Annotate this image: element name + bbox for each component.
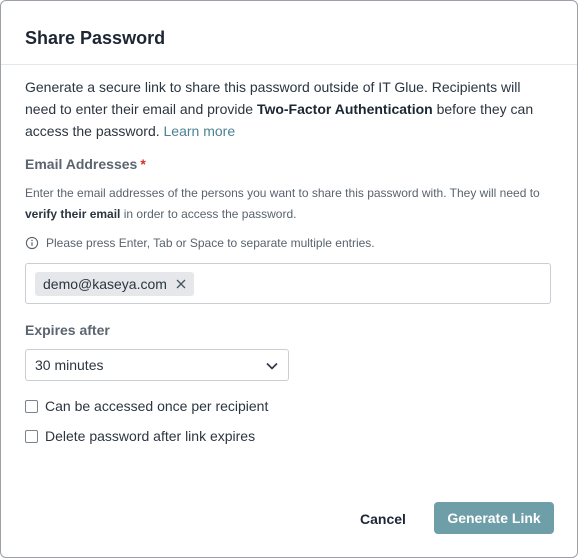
email-addresses-label: Email Addresses *	[25, 156, 146, 172]
email-help-part: in order to access the password.	[120, 207, 297, 221]
delete-after-expire-option[interactable]: Delete password after link expires	[25, 428, 255, 444]
intro-text: Generate a secure link to share this pas…	[25, 76, 555, 142]
expires-after-value: 30 minutes	[35, 357, 104, 373]
delete-after-expire-checkbox[interactable]	[25, 429, 38, 443]
expires-after-select[interactable]: 30 minutes	[25, 349, 289, 381]
once-per-recipient-option[interactable]: Can be accessed once per recipient	[25, 398, 268, 414]
learn-more-link[interactable]: Learn more	[164, 123, 236, 139]
email-help-bold: verify their email	[25, 207, 121, 221]
email-help-part: Enter the email addresses of the persons…	[25, 186, 540, 200]
generate-link-button[interactable]: Generate Link	[434, 502, 554, 534]
email-addresses-label-text: Email Addresses	[25, 156, 138, 172]
email-addresses-input[interactable]: demo@kaseya.com	[25, 263, 551, 304]
close-icon[interactable]	[175, 278, 187, 290]
once-per-recipient-label: Can be accessed once per recipient	[45, 398, 269, 414]
header-divider	[1, 64, 577, 65]
email-chip-label: demo@kaseya.com	[43, 275, 167, 292]
info-icon	[25, 236, 39, 250]
cancel-button[interactable]: Cancel	[347, 503, 419, 535]
email-help-text: Enter the email addresses of the persons…	[25, 183, 555, 225]
dialog-title: Share Password	[25, 28, 166, 48]
chevron-down-icon	[265, 359, 279, 373]
intro-bold-2fa: Two-Factor Authentication	[256, 101, 433, 117]
delete-after-expire-label: Delete password after link expires	[45, 428, 256, 444]
share-password-dialog: Share Password Generate a secure link to…	[0, 0, 578, 558]
separator-hint-text: Please press Enter, Tab or Space to sepa…	[46, 236, 375, 250]
once-per-recipient-checkbox[interactable]	[25, 399, 38, 413]
expires-after-label: Expires after	[25, 322, 110, 338]
email-chip: demo@kaseya.com	[35, 271, 194, 296]
separator-hint: Please press Enter, Tab or Space to sepa…	[25, 235, 375, 251]
required-asterisk: *	[140, 156, 146, 172]
